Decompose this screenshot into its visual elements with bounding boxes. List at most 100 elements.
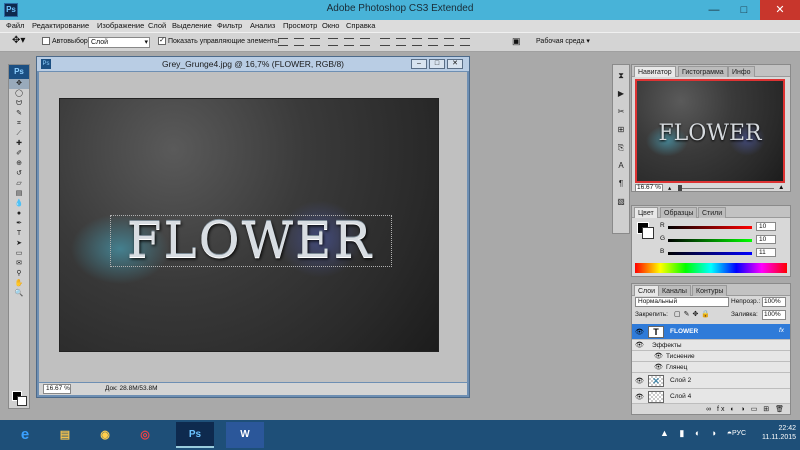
menu-help[interactable]: Справка	[346, 21, 375, 30]
eraser-tool-icon[interactable]: ▱	[9, 179, 29, 189]
document-maximize-button[interactable]: □	[429, 59, 445, 69]
clock[interactable]: 22:42 11.11.2015	[726, 423, 796, 447]
distribute-bottom-icon[interactable]	[412, 38, 422, 46]
maximize-button[interactable]: □	[730, 0, 758, 20]
character-panel-icon[interactable]: A	[613, 159, 629, 173]
hand-tool-icon[interactable]: ✋	[9, 279, 29, 289]
dodge-tool-icon[interactable]: ●	[9, 209, 29, 219]
autoselect-checkbox[interactable]: Автовыбор:	[42, 37, 90, 45]
menu-window[interactable]: Окно	[322, 21, 339, 30]
workspace-menu[interactable]: Рабочая среда ▾	[536, 37, 590, 45]
distribute-hcenter-icon[interactable]	[444, 38, 454, 46]
eye-icon[interactable]: 👁	[635, 393, 644, 401]
color-panel-background[interactable]	[642, 227, 654, 239]
fx-icon[interactable]: fx	[779, 327, 784, 334]
zoom-in-icon[interactable]: ▲	[778, 184, 784, 191]
actions-panel-icon[interactable]: ▶	[613, 87, 629, 101]
minimize-button[interactable]: —	[700, 0, 728, 20]
lasso-tool-icon[interactable]: ᗢ	[9, 99, 29, 109]
notes-tool-icon[interactable]: ✉	[9, 259, 29, 269]
blue-value-field[interactable]: 11	[756, 248, 776, 257]
layer-comps-icon[interactable]: ▧	[613, 195, 629, 209]
image-canvas[interactable]: FLOWER	[59, 98, 439, 352]
eye-icon[interactable]: 👁	[654, 363, 663, 371]
blur-tool-icon[interactable]: 💧	[9, 199, 29, 209]
zoom-tool-icon[interactable]: 🔍	[9, 289, 29, 299]
distribute-right-icon[interactable]	[460, 38, 470, 46]
tab-color[interactable]: Цвет	[634, 207, 658, 218]
autoselect-select[interactable]: Слой	[88, 37, 150, 48]
menu-select[interactable]: Выделение	[172, 21, 212, 30]
crop-tool-icon[interactable]: ⌗	[9, 119, 29, 129]
move-tool-icon[interactable]: ✥	[9, 79, 29, 89]
fill-field[interactable]: 100%	[762, 310, 786, 320]
photoshop-icon[interactable]: Ps	[176, 422, 214, 448]
navigator-zoom-slider[interactable]	[678, 188, 774, 189]
clone-source-icon[interactable]: ⎘	[613, 141, 629, 155]
lock-icons[interactable]: ▢✎✥🔒	[674, 310, 713, 318]
ffdl-icon[interactable]: ◉	[86, 422, 124, 448]
distribute-top-icon[interactable]	[380, 38, 390, 46]
effect-gloss-row[interactable]: 👁 Глянец	[632, 362, 790, 373]
show-controls-checkbox[interactable]: ✓ Показать управляющие элементы	[158, 37, 279, 45]
align-top-icon[interactable]	[278, 38, 288, 46]
shape-tool-icon[interactable]: ▭	[9, 249, 29, 259]
marquee-tool-icon[interactable]: ◯	[9, 89, 29, 99]
document-minimize-button[interactable]: –	[411, 59, 427, 69]
align-bottom-icon[interactable]	[310, 38, 320, 46]
clone-tool-icon[interactable]: ⊕	[9, 159, 29, 169]
tab-paths[interactable]: Контуры	[692, 285, 728, 296]
canvas-area[interactable]: FLOWER	[39, 72, 467, 382]
tool-presets-icon[interactable]: ✂	[613, 105, 629, 119]
align-hcenter-icon[interactable]	[344, 38, 354, 46]
layer-row-layer4[interactable]: 👁 Слой 4	[632, 389, 790, 404]
history-panel-icon[interactable]: ⧗	[613, 69, 629, 83]
blend-mode-select[interactable]: Нормальный	[635, 297, 729, 307]
red-slider[interactable]	[668, 226, 752, 229]
tab-info[interactable]: Инфо	[728, 66, 755, 77]
color-spectrum-ramp[interactable]	[635, 263, 787, 273]
align-right-icon[interactable]	[360, 38, 370, 46]
document-zoom-field[interactable]: 16.67 %	[43, 384, 71, 394]
tab-styles[interactable]: Стили	[698, 207, 727, 218]
slice-tool-icon[interactable]: ⟋	[9, 129, 29, 139]
eye-icon[interactable]: 👁	[635, 341, 644, 349]
navigator-zoom-knob[interactable]	[678, 185, 682, 191]
tray-icons[interactable]: ▲ ▮ ◐ ◑ ◓	[660, 428, 736, 439]
paragraph-panel-icon[interactable]: ¶	[613, 177, 629, 191]
brush-tool-icon[interactable]: ✐	[9, 149, 29, 159]
word-icon[interactable]: W	[226, 422, 264, 448]
align-vcenter-icon[interactable]	[294, 38, 304, 46]
green-slider[interactable]	[668, 239, 752, 242]
red-value-field[interactable]: 10	[756, 222, 776, 231]
layer-row-layer2[interactable]: 👁 ✕ Слой 2	[632, 373, 790, 389]
ie-icon[interactable]: e	[6, 422, 44, 448]
tab-layers[interactable]: Слои	[634, 285, 660, 296]
blue-slider[interactable]	[668, 252, 752, 255]
menu-edit[interactable]: Редактирование	[32, 21, 89, 30]
quick-select-tool-icon[interactable]: ✎	[9, 109, 29, 119]
document-close-button[interactable]: ✕	[447, 59, 463, 69]
explorer-icon[interactable]: ▤	[46, 422, 84, 448]
menu-view[interactable]: Просмотр	[283, 21, 317, 30]
healing-tool-icon[interactable]: ✚	[9, 139, 29, 149]
layer-effects-row[interactable]: 👁 Эффекты	[632, 340, 790, 351]
eye-icon[interactable]: 👁	[635, 328, 644, 336]
eye-icon[interactable]: 👁	[654, 352, 663, 360]
tab-navigator[interactable]: Навигатор	[634, 66, 676, 77]
menu-layer[interactable]: Слой	[148, 21, 166, 30]
tab-swatches[interactable]: Образцы	[660, 207, 698, 218]
brushes-panel-icon[interactable]: ⊞	[613, 123, 629, 137]
align-left-icon[interactable]	[328, 38, 338, 46]
gradient-tool-icon[interactable]: ▤	[9, 189, 29, 199]
eyedropper-tool-icon[interactable]: ⚲	[9, 269, 29, 279]
distribute-vcenter-icon[interactable]	[396, 38, 406, 46]
history-brush-tool-icon[interactable]: ↺	[9, 169, 29, 179]
move-tool-preset-icon[interactable]: ✥▾	[12, 35, 25, 46]
chrome-icon[interactable]: ◎	[126, 422, 164, 448]
distribute-left-icon[interactable]	[428, 38, 438, 46]
menu-analysis[interactable]: Анализ	[250, 21, 275, 30]
opacity-field[interactable]: 100%	[762, 297, 786, 307]
effect-emboss-row[interactable]: 👁 Тиснение	[632, 351, 790, 362]
layer-row-flower[interactable]: 👁 T FLOWER fx	[632, 324, 790, 340]
